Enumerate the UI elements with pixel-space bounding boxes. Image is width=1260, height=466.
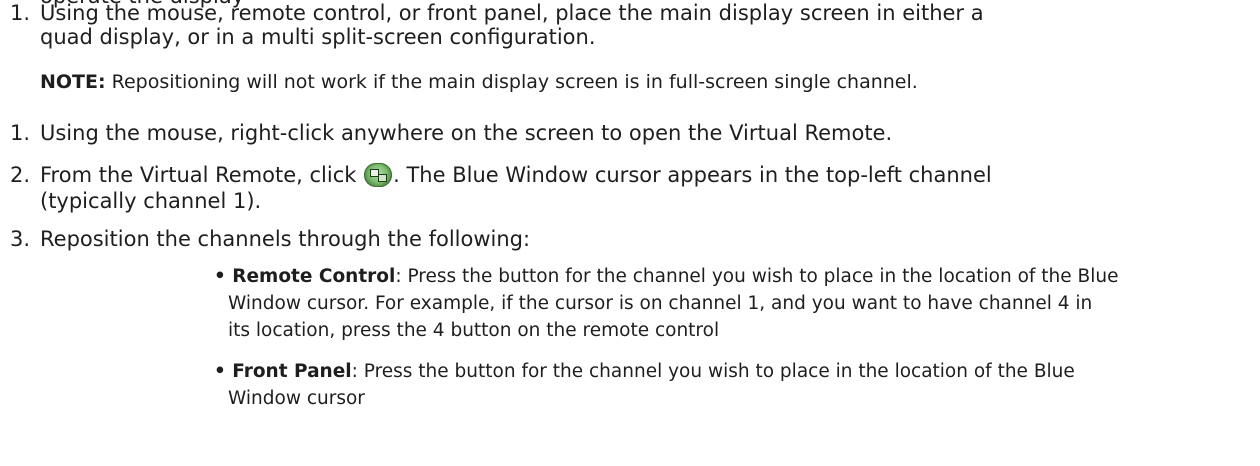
channel-swap-icon[interactable] <box>364 163 393 187</box>
bullet-remote-control: • Remote Control: Press the button for t… <box>214 263 1260 344</box>
step-number: 1. <box>9 1 30 25</box>
step-text-before-icon: From the Virtual Remote, click <box>40 163 364 187</box>
step-text-after-icon: . The Blue Window cursor appears in the … <box>393 163 992 187</box>
bullet-dot: • <box>214 361 233 382</box>
step-text: From the Virtual Remote, click . The Blu… <box>40 162 1250 189</box>
bullet-dot: • <box>214 266 233 287</box>
bullet-text-line2: Window cursor. For example, if the curso… <box>228 293 1093 314</box>
step-text: Reposition the channels through the foll… <box>40 227 531 251</box>
bullet-text-line1: : Press the button for the channel you w… <box>395 266 1119 287</box>
bullet-text-line3: its location, press the 4 button on the … <box>228 320 720 341</box>
note-text: Repositioning will not work if the main … <box>105 71 918 93</box>
note-label: NOTE: <box>40 71 106 93</box>
bullet-label: Remote Control <box>232 266 396 287</box>
bullet-text-line1: : Press the button for the channel you w… <box>351 361 1075 382</box>
bullet-label: Front Panel <box>232 361 352 382</box>
step-number: 1. <box>9 121 30 145</box>
step-text-line2: quad display, or in a multi split-screen… <box>40 25 596 49</box>
step-text-line2: (typically channel 1). <box>40 189 262 213</box>
bullet-text-line2: Window cursor <box>228 388 365 409</box>
bullet-front-panel: • Front Panel: Press the button for the … <box>214 358 1260 412</box>
step-text: Using the mouse, right-click anywhere on… <box>40 121 893 145</box>
step-number: 2. <box>9 163 30 187</box>
step-text-line1: Using the mouse, remote control, or fron… <box>40 1 984 25</box>
step-number: 3. <box>9 227 30 251</box>
